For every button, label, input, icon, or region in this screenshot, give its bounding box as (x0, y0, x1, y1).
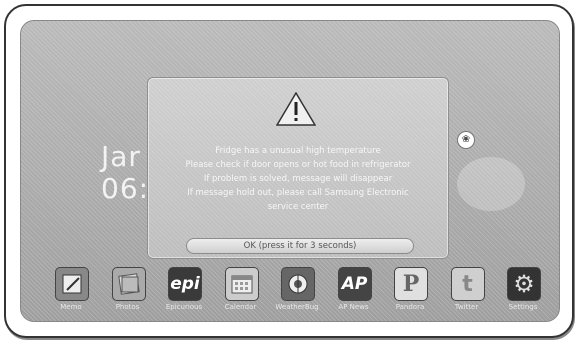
home-screen: Jar 06:0 ❀ Fridge has a unusual high tem… (20, 20, 560, 322)
app-memo[interactable]: Memo (47, 265, 95, 317)
ap-icon: AP (337, 267, 372, 301)
alert-line: Fridge has a unusual high temperature (215, 146, 381, 156)
app-label: Pandora (395, 303, 425, 311)
app-calendar[interactable]: Calendar (217, 265, 265, 317)
app-label: Twitter (454, 303, 479, 311)
pandora-icon: P (394, 267, 428, 301)
app-label: Settings (508, 303, 538, 311)
app-dock: Memo Photos epi Epicurious Calendar Weat… (39, 265, 555, 317)
app-label: Epicurious (165, 303, 203, 311)
app-pandora[interactable]: P Pandora (386, 265, 434, 317)
app-twitter[interactable]: t Twitter (443, 265, 491, 317)
twitter-icon: t (450, 267, 485, 301)
app-label: Calendar (224, 303, 257, 311)
gear-icon: ⚙ (507, 267, 541, 301)
warning-icon (276, 92, 316, 126)
ok-button[interactable]: OK (press it for 3 seconds) (186, 238, 414, 254)
app-weatherbug[interactable]: WeatherBug (273, 265, 321, 317)
app-epicurious[interactable]: epi Epicurious (160, 265, 208, 317)
app-label: Photos (115, 303, 140, 311)
alert-line: service center (267, 202, 329, 212)
app-ap-news[interactable]: AP AP News (330, 265, 378, 317)
app-label: Memo (60, 303, 82, 311)
memo-icon (55, 267, 89, 301)
app-label: WeatherBug (275, 303, 319, 311)
app-photos[interactable]: Photos (104, 265, 152, 317)
alert-line: If problem is solved, message will disap… (203, 174, 393, 184)
device-frame: Jar 06:0 ❀ Fridge has a unusual high tem… (4, 4, 574, 338)
alert-line: Please check if door opens or hot food i… (185, 160, 411, 170)
photos-icon (111, 267, 146, 301)
widget-badge-icon[interactable]: ❀ (457, 131, 475, 149)
weatherbug-icon (281, 267, 315, 301)
epi-icon: epi (168, 267, 202, 301)
side-widget-graphic (457, 157, 525, 211)
temperature-alert-dialog: Fridge has a unusual high temperature Pl… (147, 77, 449, 259)
app-label: AP News (338, 303, 369, 311)
alert-message: Fridge has a unusual high temperature Pl… (158, 144, 438, 214)
app-settings[interactable]: ⚙ Settings (499, 265, 547, 317)
calendar-icon (224, 267, 259, 301)
alert-line: If message hold out, please call Samsung… (187, 188, 409, 198)
